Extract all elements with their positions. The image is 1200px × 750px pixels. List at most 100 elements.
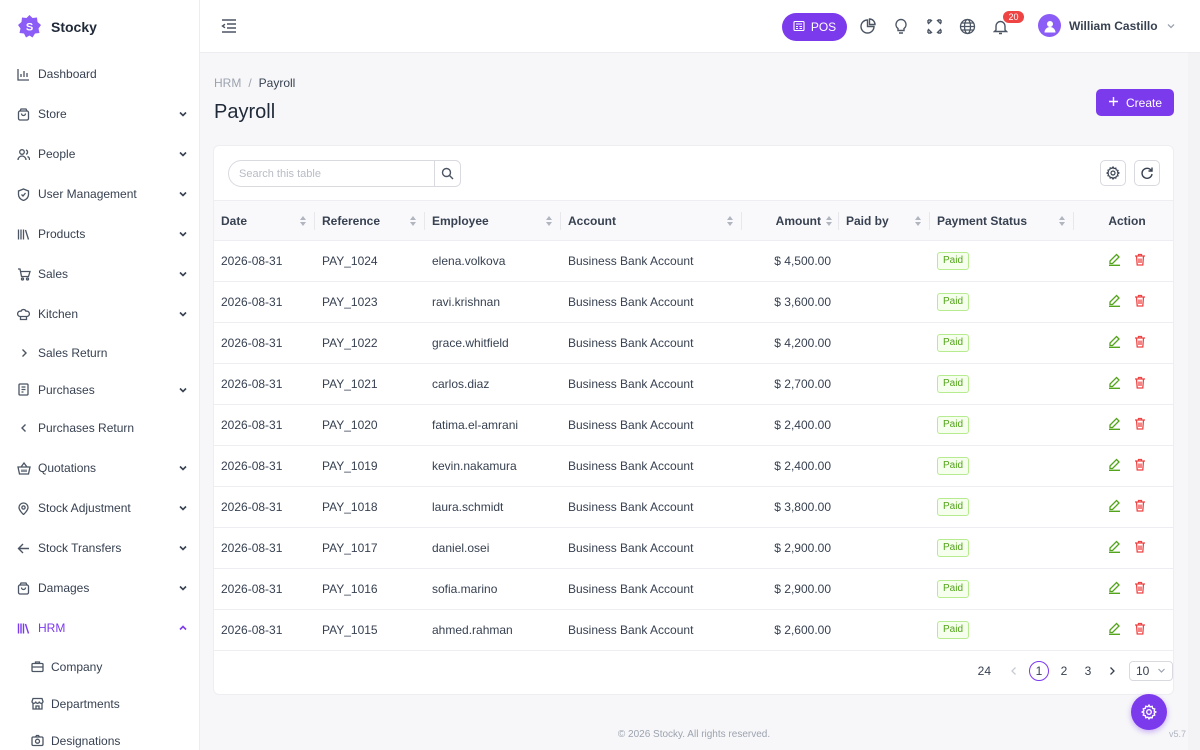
cell-account: Business Bank Account <box>568 295 694 309</box>
cell-employee: sofia.marino <box>432 582 498 596</box>
create-button[interactable]: Create <box>1096 89 1174 116</box>
column-header-payment-status[interactable]: Payment Status <box>930 200 1074 241</box>
breadcrumb: HRM / Payroll <box>214 76 295 90</box>
sort-icon[interactable] <box>825 215 833 227</box>
page-button-1[interactable]: 1 <box>1029 661 1049 681</box>
sort-icon[interactable] <box>299 215 307 227</box>
column-header-employee[interactable]: Employee <box>425 200 561 241</box>
avatar <box>1038 14 1061 37</box>
edit-icon[interactable] <box>1108 499 1121 512</box>
sidebar-subitem-departments[interactable]: Departments <box>0 685 199 722</box>
user-menu[interactable]: William Castillo <box>1038 14 1176 37</box>
table-row[interactable]: 2026-08-31 PAY_1018 laura.schmidt Business … <box>214 487 1173 528</box>
sidebar-item-purchases[interactable]: Purchases <box>0 371 199 408</box>
cell-account: Business Bank Account <box>568 254 694 268</box>
table-row[interactable]: 2026-08-31 PAY_1023 ravi.krishnan Business … <box>214 282 1173 323</box>
sidebar-subitem-designations[interactable]: Designations <box>0 722 199 750</box>
delete-icon[interactable] <box>1134 335 1146 348</box>
edit-icon[interactable] <box>1108 622 1121 635</box>
delete-icon[interactable] <box>1134 499 1146 512</box>
sidebar-item-products[interactable]: Products <box>0 214 199 254</box>
brand[interactable]: S Stocky <box>0 0 199 53</box>
column-header-amount[interactable]: Amount <box>742 200 839 241</box>
settings-icon[interactable] <box>1100 160 1126 186</box>
delete-icon[interactable] <box>1134 622 1146 635</box>
globe-icon[interactable] <box>958 17 977 36</box>
sort-icon[interactable] <box>726 215 734 227</box>
chevron-down-icon <box>177 462 189 474</box>
sidebar-item-stock-transfers[interactable]: Stock Transfers <box>0 528 199 568</box>
sidebar-item-purchases-return[interactable]: Purchases Return <box>0 408 199 448</box>
sort-icon[interactable] <box>914 215 922 227</box>
sidebar-item-sales[interactable]: Sales <box>0 254 199 294</box>
cell-payment-status: Paid <box>930 487 1074 528</box>
table-row[interactable]: 2026-08-31 PAY_1019 kevin.nakamura Business… <box>214 446 1173 487</box>
edit-icon[interactable] <box>1108 417 1121 430</box>
lightbulb-icon[interactable] <box>891 17 910 36</box>
sidebar-item-kitchen[interactable]: Kitchen <box>0 294 199 334</box>
camera-icon <box>30 733 45 748</box>
page-button-3[interactable]: 3 <box>1079 661 1097 681</box>
table-row[interactable]: 2026-08-31 PAY_1022 grace.whitfield Busines… <box>214 323 1173 364</box>
delete-icon[interactable] <box>1134 294 1146 307</box>
table-row[interactable]: 2026-08-31 PAY_1024 elena.volkova Business … <box>214 241 1173 282</box>
sidebar-item-stock-adjustment[interactable]: Stock Adjustment <box>0 488 199 528</box>
sidebar-subitem-company[interactable]: Company <box>0 648 199 685</box>
delete-icon[interactable] <box>1134 376 1146 389</box>
edit-icon[interactable] <box>1108 294 1121 307</box>
page-scrollbar[interactable] <box>1188 53 1200 750</box>
edit-icon[interactable] <box>1108 376 1121 389</box>
cell-amount: $ 2,700.00 <box>774 377 831 391</box>
search-icon[interactable] <box>434 161 460 186</box>
edit-icon[interactable] <box>1108 335 1121 348</box>
next-page-icon[interactable] <box>1103 661 1121 681</box>
shield-check-icon <box>16 187 31 202</box>
pie-chart-icon[interactable] <box>858 17 877 36</box>
delete-icon[interactable] <box>1134 581 1146 594</box>
prev-page-icon[interactable] <box>1005 661 1023 681</box>
sidebar-item-store[interactable]: Store <box>0 94 199 134</box>
sidebar-item-user-management[interactable]: User Management <box>0 174 199 214</box>
delete-icon[interactable] <box>1134 417 1146 430</box>
edit-icon[interactable] <box>1108 458 1121 471</box>
delete-icon[interactable] <box>1134 540 1146 553</box>
edit-icon[interactable] <box>1108 540 1121 553</box>
table-row[interactable]: 2026-08-31 PAY_1020 fatima.el-amrani Busine… <box>214 405 1173 446</box>
delete-icon[interactable] <box>1134 253 1146 266</box>
sort-icon[interactable] <box>1058 215 1066 227</box>
delete-icon[interactable] <box>1134 458 1146 471</box>
fullscreen-icon[interactable] <box>925 17 944 36</box>
breadcrumb-parent[interactable]: HRM <box>214 76 241 90</box>
sidebar-item-hrm[interactable]: HRM <box>0 608 199 648</box>
pos-button[interactable]: POS <box>782 13 847 41</box>
cell-payment-status: Paid <box>930 446 1074 487</box>
column-header-date[interactable]: Date <box>214 200 315 241</box>
customizer-gear-icon[interactable] <box>1131 694 1167 730</box>
search-input[interactable] <box>229 161 434 186</box>
sort-icon[interactable] <box>545 215 553 227</box>
sort-icon[interactable] <box>409 215 417 227</box>
sidebar-item-sales-return[interactable]: Sales Return <box>0 334 199 371</box>
cell-account: Business Bank Account <box>568 541 694 555</box>
sidebar-item-dashboard[interactable]: Dashboard <box>0 54 199 94</box>
table-row[interactable]: 2026-08-31 PAY_1016 sofia.marino Business B… <box>214 569 1173 610</box>
table-row[interactable]: 2026-08-31 PAY_1017 daniel.osei Business Ba… <box>214 528 1173 569</box>
cell-action <box>1074 241 1173 282</box>
column-header-account[interactable]: Account <box>561 200 742 241</box>
sidebar-item-damages[interactable]: Damages <box>0 568 199 608</box>
page-size-select[interactable]: 10 <box>1129 661 1173 681</box>
menu-toggle-icon[interactable] <box>220 17 238 35</box>
refresh-icon[interactable] <box>1134 160 1160 186</box>
sidebar-item-label: Damages <box>38 581 90 595</box>
column-header-reference[interactable]: Reference <box>315 200 425 241</box>
table-row[interactable]: 2026-08-31 PAY_1015 ahmed.rahman Business B… <box>214 610 1173 651</box>
table-row[interactable]: 2026-08-31 PAY_1021 carlos.diaz Business Ba… <box>214 364 1173 405</box>
edit-icon[interactable] <box>1108 581 1121 594</box>
sidebar-item-people[interactable]: People <box>0 134 199 174</box>
briefcase-icon <box>30 659 45 674</box>
column-header-paid-by[interactable]: Paid by <box>839 200 930 241</box>
sidebar-item-quotations[interactable]: Quotations <box>0 448 199 488</box>
cell-amount: $ 2,400.00 <box>774 418 831 432</box>
page-button-2[interactable]: 2 <box>1055 661 1073 681</box>
edit-icon[interactable] <box>1108 253 1121 266</box>
